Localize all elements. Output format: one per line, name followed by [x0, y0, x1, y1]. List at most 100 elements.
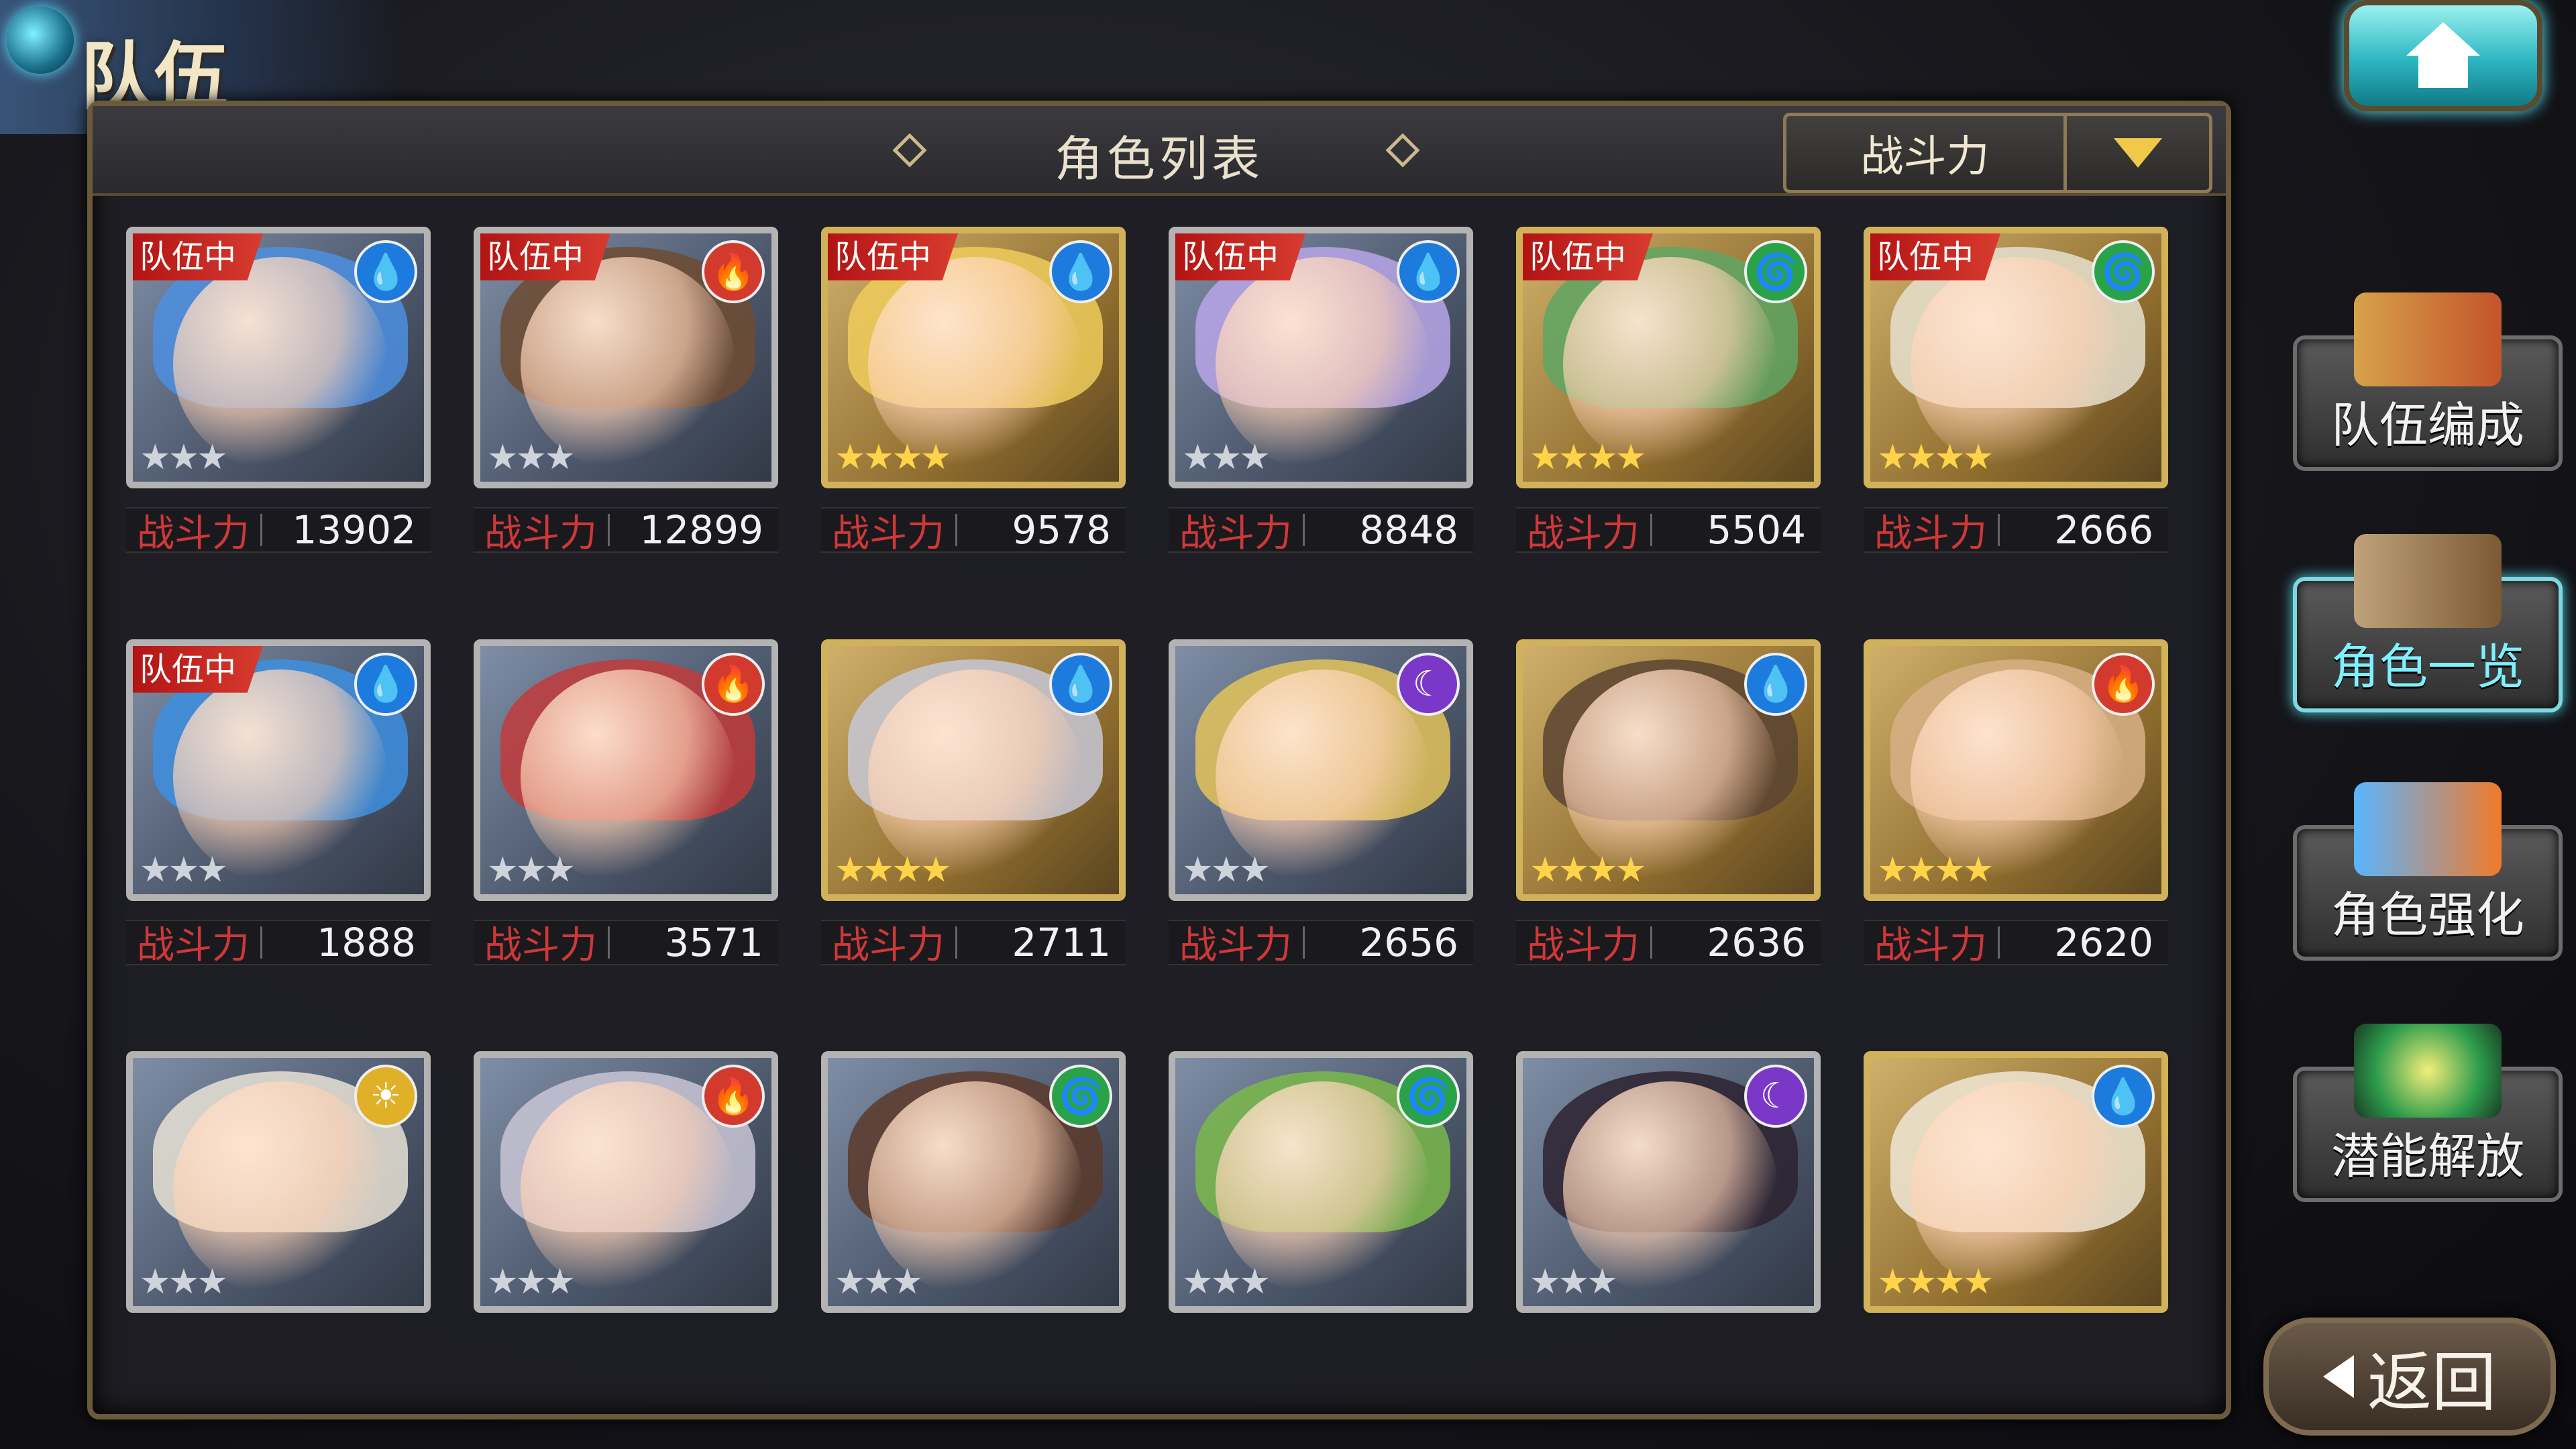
chevron-down-icon[interactable]: [2114, 138, 2162, 168]
character-card[interactable]: 队伍中 🔥 ★★★ 战斗力 12899: [474, 227, 778, 555]
crescent-moon-icon: ☾: [1397, 652, 1460, 716]
water-drop-icon: 💧: [1397, 240, 1460, 303]
rarity-stars: ★★★: [487, 849, 576, 890]
in-team-tag: 队伍中: [480, 233, 611, 280]
character-portrait: 队伍中 💧 ★★★: [126, 227, 431, 488]
character-portrait: 🔥 ★★★★: [1864, 639, 2168, 901]
water-drop-icon: 💧: [1049, 240, 1112, 303]
character-card[interactable]: 🔥 ★★★ 战斗力 3571: [474, 639, 778, 967]
power-value: 12899: [639, 507, 763, 553]
power-value: 8848: [1359, 507, 1458, 553]
rarity-stars: ★★★: [1182, 437, 1271, 478]
rarity-stars: ★★★: [1182, 849, 1271, 890]
power-value: 2711: [1012, 919, 1111, 965]
wind-swirl-icon: 🌀: [1049, 1065, 1112, 1128]
in-team-tag: 队伍中: [1523, 233, 1654, 280]
power-label: 战斗力: [137, 924, 250, 968]
power-value: 5504: [1707, 507, 1806, 553]
fire-icon: 🔥: [2092, 652, 2155, 716]
side-menu-label: 角色一览: [2330, 639, 2524, 695]
orb-icon: [7, 7, 74, 74]
home-icon: [2406, 22, 2480, 89]
character-portrait: 🔥 ★★★: [474, 1051, 778, 1313]
rarity-stars: ★★★: [1182, 1262, 1271, 1303]
power-value: 2666: [2054, 507, 2153, 553]
character-grid: 队伍中 💧 ★★★ 战斗力 13902 队伍中 🔥 ★★★ 战斗力 12899: [126, 227, 2219, 1407]
character-card[interactable]: 队伍中 💧 ★★★★ 战斗力 9578: [821, 227, 1126, 555]
character-portrait: 队伍中 💧 ★★★: [126, 639, 431, 901]
diamond-ornament-icon: [1385, 133, 1420, 168]
rarity-stars: ★★★★: [1877, 437, 1994, 478]
team-formation-icon: [2354, 292, 2502, 386]
sun-icon: ☀: [354, 1065, 417, 1128]
potential-release-button[interactable]: 潜能解放: [2293, 1024, 2563, 1202]
character-card[interactable]: 💧 ★★★★: [1864, 1051, 2168, 1366]
sort-separator: [2063, 116, 2067, 190]
wind-swirl-icon: 🌀: [1744, 240, 1807, 303]
character-card[interactable]: 队伍中 💧 ★★★ 战斗力 13902: [126, 227, 431, 555]
back-label: 返回: [2367, 1344, 2496, 1420]
potential-orb-icon: [2354, 1024, 2502, 1118]
water-drop-icon: 💧: [1744, 652, 1807, 716]
enhance-icon: [2354, 782, 2502, 876]
in-team-tag: 队伍中: [1175, 233, 1306, 280]
power-value: 2636: [1707, 919, 1806, 965]
crescent-moon-icon: ☾: [1744, 1065, 1807, 1128]
power-label: 战斗力: [832, 511, 945, 555]
character-card[interactable]: 💧 ★★★★ 战斗力 2636: [1516, 639, 1821, 967]
character-card[interactable]: 队伍中 💧 ★★★ 战斗力 1888: [126, 639, 431, 967]
rarity-stars: ★★★: [140, 849, 228, 890]
sort-label: 战斗力: [1860, 132, 1990, 182]
water-drop-icon: 💧: [354, 652, 417, 716]
home-button[interactable]: [2344, 0, 2542, 111]
book-icon: [2354, 534, 2502, 628]
power-bar: 战斗力 2666: [1864, 507, 2168, 555]
back-button[interactable]: 返回: [2263, 1318, 2556, 1436]
character-list-panel: 角色列表 战斗力 队伍中 💧 ★★★ 战斗力 13902 队伍中 🔥 ★★★ 战…: [87, 101, 2231, 1419]
character-card[interactable]: 队伍中 🌀 ★★★★ 战斗力 5504: [1516, 227, 1821, 555]
power-label: 战斗力: [1179, 924, 1292, 968]
character-portrait: 💧 ★★★★: [821, 639, 1126, 901]
in-team-tag: 队伍中: [1870, 233, 2001, 280]
power-label: 战斗力: [1874, 511, 1987, 555]
character-portrait: 🔥 ★★★: [474, 639, 778, 901]
power-value: 2620: [2054, 919, 2153, 965]
character-card[interactable]: 🔥 ★★★★ 战斗力 2620: [1864, 639, 2168, 967]
power-bar: 战斗力 3571: [474, 919, 778, 967]
character-card[interactable]: 🔥 ★★★: [474, 1051, 778, 1366]
rarity-stars: ★★★★: [1529, 437, 1646, 478]
power-value: 2656: [1359, 919, 1458, 965]
character-enhance-button[interactable]: 角色强化: [2293, 782, 2563, 961]
power-label: 战斗力: [1179, 511, 1292, 555]
character-portrait: ☾ ★★★: [1169, 639, 1473, 901]
character-card[interactable]: 🌀 ★★★: [1169, 1051, 1473, 1366]
panel-title: 角色列表: [1054, 131, 1265, 187]
character-overview-button[interactable]: 角色一览: [2293, 534, 2563, 712]
diamond-ornament-icon: [892, 133, 927, 168]
character-card[interactable]: 🌀 ★★★: [821, 1051, 1126, 1366]
character-card[interactable]: ☾ ★★★: [1516, 1051, 1821, 1366]
character-portrait: 队伍中 🌀 ★★★★: [1516, 227, 1821, 488]
wind-swirl-icon: 🌀: [1397, 1065, 1460, 1128]
power-bar: 战斗力 2711: [821, 919, 1126, 967]
power-bar: 战斗力 2656: [1169, 919, 1473, 967]
team-formation-button[interactable]: 队伍编成: [2293, 292, 2563, 471]
power-bar: 战斗力 8848: [1169, 507, 1473, 555]
side-menu-label: 角色强化: [2330, 887, 2524, 943]
water-drop-icon: 💧: [354, 240, 417, 303]
character-card[interactable]: ☾ ★★★ 战斗力 2656: [1169, 639, 1473, 967]
character-card[interactable]: 队伍中 🌀 ★★★★ 战斗力 2666: [1864, 227, 2168, 555]
character-card[interactable]: 💧 ★★★★ 战斗力 2711: [821, 639, 1126, 967]
rarity-stars: ★★★: [487, 1262, 576, 1303]
character-card[interactable]: 队伍中 💧 ★★★ 战斗力 8848: [1169, 227, 1473, 555]
character-portrait: ☀ ★★★: [126, 1051, 431, 1313]
character-portrait: 队伍中 💧 ★★★★: [821, 227, 1126, 488]
rarity-stars: ★★★★: [1877, 1262, 1994, 1303]
power-label: 战斗力: [137, 511, 250, 555]
character-card[interactable]: ☀ ★★★: [126, 1051, 431, 1366]
power-bar: 战斗力 2636: [1516, 919, 1821, 967]
power-label: 战斗力: [484, 511, 597, 555]
rarity-stars: ★★★★: [835, 437, 951, 478]
sort-dropdown[interactable]: 战斗力: [1783, 113, 2212, 193]
power-bar: 战斗力 1888: [126, 919, 431, 967]
